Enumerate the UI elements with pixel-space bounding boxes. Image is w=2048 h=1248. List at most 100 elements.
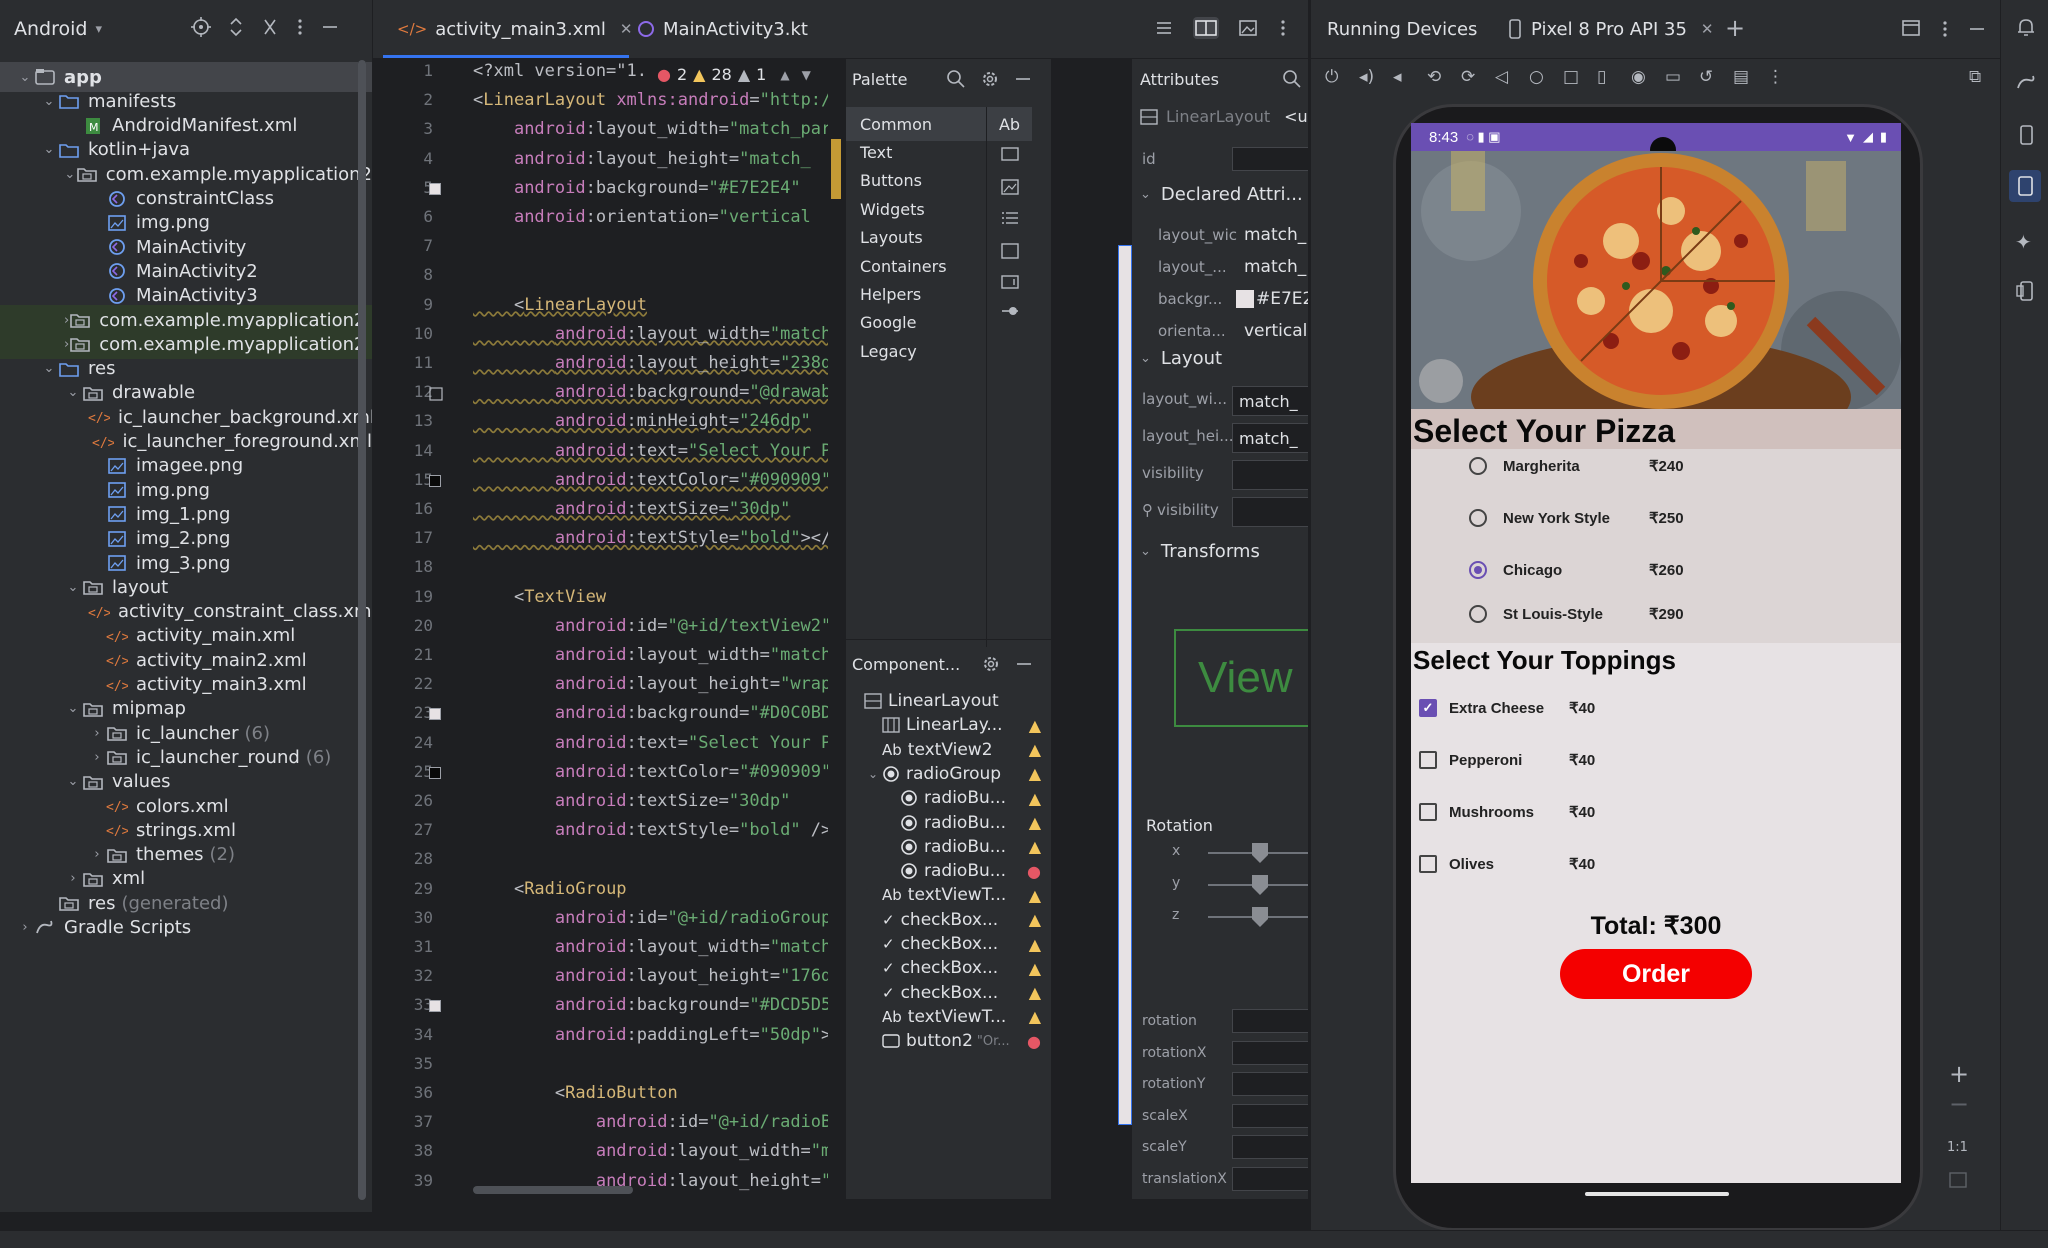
scroll-view-icon[interactable] bbox=[1001, 275, 1019, 289]
search-icon[interactable] bbox=[946, 69, 966, 89]
chevron-down-icon[interactable]: ⌄ bbox=[64, 701, 82, 716]
overview-icon[interactable]: □ bbox=[1563, 67, 1579, 87]
slider-thumb[interactable] bbox=[1252, 907, 1268, 927]
transform-input[interactable] bbox=[1232, 1009, 1308, 1033]
chevron-down-icon[interactable]: ⌄ bbox=[40, 142, 58, 157]
topping-checkbox[interactable]: Pepperoni₹40 bbox=[1419, 745, 1595, 775]
drawable-gutter-icon[interactable] bbox=[429, 387, 443, 401]
switch-icon[interactable] bbox=[1001, 305, 1019, 317]
chevron-down-icon[interactable]: ⌄ bbox=[40, 94, 58, 109]
fold-icon[interactable]: ▯ bbox=[1597, 67, 1606, 87]
chevron-right-icon[interactable]: › bbox=[64, 871, 82, 886]
chevron-down-icon[interactable]: ⌄ bbox=[40, 361, 58, 376]
tab-mainactivity3[interactable]: MainActivity3.kt bbox=[623, 0, 857, 58]
slider-thumb[interactable] bbox=[1252, 843, 1268, 863]
locate-icon[interactable] bbox=[190, 16, 212, 38]
chevron-down-icon[interactable]: ⌄ bbox=[64, 580, 82, 595]
color-gutter-swatch[interactable] bbox=[429, 1000, 441, 1012]
layout-section-header[interactable]: ⌄ Layout bbox=[1132, 340, 1222, 376]
design-preview[interactable] bbox=[1118, 245, 1132, 1125]
chevron-right-icon[interactable]: › bbox=[88, 726, 106, 741]
chevron-up-icon[interactable]: ▲ bbox=[780, 68, 789, 82]
collapse-all-icon[interactable] bbox=[260, 16, 280, 38]
declared-attribute-row[interactable]: layout_wicmatch_ bbox=[1132, 219, 1308, 251]
more-options-icon[interactable]: ⋮ bbox=[1767, 67, 1784, 87]
image-view-icon[interactable] bbox=[1001, 179, 1019, 195]
zoom-out-icon[interactable]: − bbox=[1949, 1090, 1969, 1118]
add-device-icon[interactable]: + bbox=[1725, 14, 1745, 42]
project-scrollbar[interactable] bbox=[358, 60, 366, 1200]
device-tab[interactable]: Pixel 8 Pro API 35 ✕ bbox=[1507, 0, 1714, 58]
pizza-radio-button[interactable]: New York Style₹250 bbox=[1469, 503, 1684, 533]
back-icon[interactable]: ◁ bbox=[1495, 67, 1508, 87]
fit-screen-icon[interactable] bbox=[1949, 1172, 1967, 1188]
design-canvas[interactable] bbox=[1052, 59, 1132, 1199]
pizza-radio-button[interactable]: St Louis-Style₹290 bbox=[1469, 599, 1684, 629]
close-icon[interactable]: ✕ bbox=[1701, 20, 1714, 38]
topping-checkbox[interactable]: ✓Extra Cheese₹40 bbox=[1419, 693, 1595, 723]
topping-checkbox[interactable]: Mushrooms₹40 bbox=[1419, 797, 1595, 827]
code-view-icon[interactable] bbox=[1153, 17, 1175, 39]
transform-input[interactable] bbox=[1232, 1041, 1308, 1065]
color-gutter-swatch[interactable] bbox=[429, 767, 441, 779]
chevron-down-icon[interactable]: ⌄ bbox=[64, 167, 76, 182]
transform-input[interactable] bbox=[1232, 1135, 1308, 1159]
color-gutter-swatch[interactable] bbox=[429, 475, 441, 487]
topping-checkbox[interactable]: Olives₹40 bbox=[1419, 849, 1595, 879]
expand-all-icon[interactable] bbox=[226, 16, 246, 38]
minimize-icon[interactable] bbox=[1967, 18, 1987, 40]
code-editor[interactable]: 1<?xml version="1.2<LinearLayout xmlns:a… bbox=[373, 59, 843, 1199]
rotation-slider-x[interactable]: x bbox=[1172, 841, 1308, 865]
home-icon[interactable]: ○ bbox=[1529, 67, 1544, 87]
chevron-right-icon[interactable]: › bbox=[88, 750, 106, 765]
pizza-radio-button[interactable]: Chicago₹260 bbox=[1469, 555, 1684, 585]
tree-item[interactable]: ›Gradle Scripts bbox=[0, 913, 372, 943]
window-icon[interactable] bbox=[1901, 18, 1921, 38]
chevron-down-icon[interactable]: ⌄ bbox=[64, 774, 82, 789]
gradle-icon[interactable] bbox=[2015, 72, 2037, 94]
notifications-icon[interactable] bbox=[2015, 16, 2037, 38]
slider-thumb[interactable] bbox=[1252, 875, 1268, 895]
home-indicator[interactable] bbox=[1585, 1192, 1729, 1196]
snapshot-icon[interactable]: ▤ bbox=[1733, 67, 1749, 87]
gear-icon[interactable] bbox=[980, 69, 1000, 89]
chevron-down-icon[interactable]: ⌄ bbox=[64, 385, 82, 400]
color-gutter-swatch[interactable] bbox=[429, 708, 441, 720]
palette-category[interactable]: Legacy bbox=[846, 334, 986, 368]
minimize-icon[interactable] bbox=[1014, 69, 1032, 89]
running-devices-icon[interactable] bbox=[2009, 170, 2041, 202]
more-options-icon[interactable] bbox=[1277, 17, 1289, 39]
declared-attributes-header[interactable]: ⌄ Declared Attri... bbox=[1132, 176, 1303, 212]
rotate-left-icon[interactable]: ⟲ bbox=[1427, 67, 1441, 87]
gear-icon[interactable] bbox=[981, 654, 1001, 674]
device-screen[interactable]: 8:43 ◌ ▮ ▣ ▼ ◢ ▮ bbox=[1411, 123, 1901, 1183]
device-mirror-icon[interactable]: ⧉ bbox=[1969, 67, 1981, 87]
emulator-icon[interactable] bbox=[2015, 280, 2037, 302]
transform-input[interactable] bbox=[1232, 1072, 1308, 1096]
component-tree-item[interactable]: button2"Or...● bbox=[846, 1025, 1051, 1057]
id-input[interactable] bbox=[1232, 147, 1308, 171]
device-manager-icon[interactable] bbox=[2015, 124, 2037, 146]
volume-down-icon[interactable]: ◂ bbox=[1393, 67, 1402, 87]
editor-hscrollbar[interactable] bbox=[473, 1186, 633, 1194]
chevron-right-icon[interactable]: › bbox=[88, 847, 106, 862]
search-icon[interactable] bbox=[1282, 69, 1302, 89]
declared-attribute-row[interactable]: backgr...#E7E2 bbox=[1132, 283, 1308, 315]
transform-input[interactable] bbox=[1232, 1104, 1308, 1128]
declared-attribute-row[interactable]: layout_...match_ bbox=[1132, 251, 1308, 283]
color-swatch[interactable] bbox=[1236, 290, 1254, 308]
minimize-icon[interactable] bbox=[320, 16, 340, 38]
rotate-right-icon[interactable]: ⟳ bbox=[1461, 67, 1475, 87]
tab-activity-main3[interactable]: </> activity_main3.xml ✕ bbox=[383, 0, 629, 58]
order-button[interactable]: Order bbox=[1560, 949, 1752, 999]
screenshot-icon[interactable]: ◉ bbox=[1631, 67, 1646, 87]
pizza-radio-button[interactable]: Margherita₹240 bbox=[1469, 451, 1684, 481]
reset-icon[interactable]: ↺ bbox=[1699, 67, 1713, 87]
rotation-slider-y[interactable]: y bbox=[1172, 873, 1308, 897]
inspection-widget[interactable]: ●2 ▲28 ▲1 ▲ ▼ bbox=[657, 65, 811, 84]
transforms-header[interactable]: ⌄ Transforms bbox=[1132, 533, 1260, 569]
editor-scrollbar[interactable] bbox=[828, 59, 843, 1199]
gemini-icon[interactable]: ✦ bbox=[2015, 230, 2032, 254]
recycler-view-icon[interactable] bbox=[1001, 211, 1019, 225]
attribute-input[interactable]: match_ bbox=[1232, 423, 1308, 453]
